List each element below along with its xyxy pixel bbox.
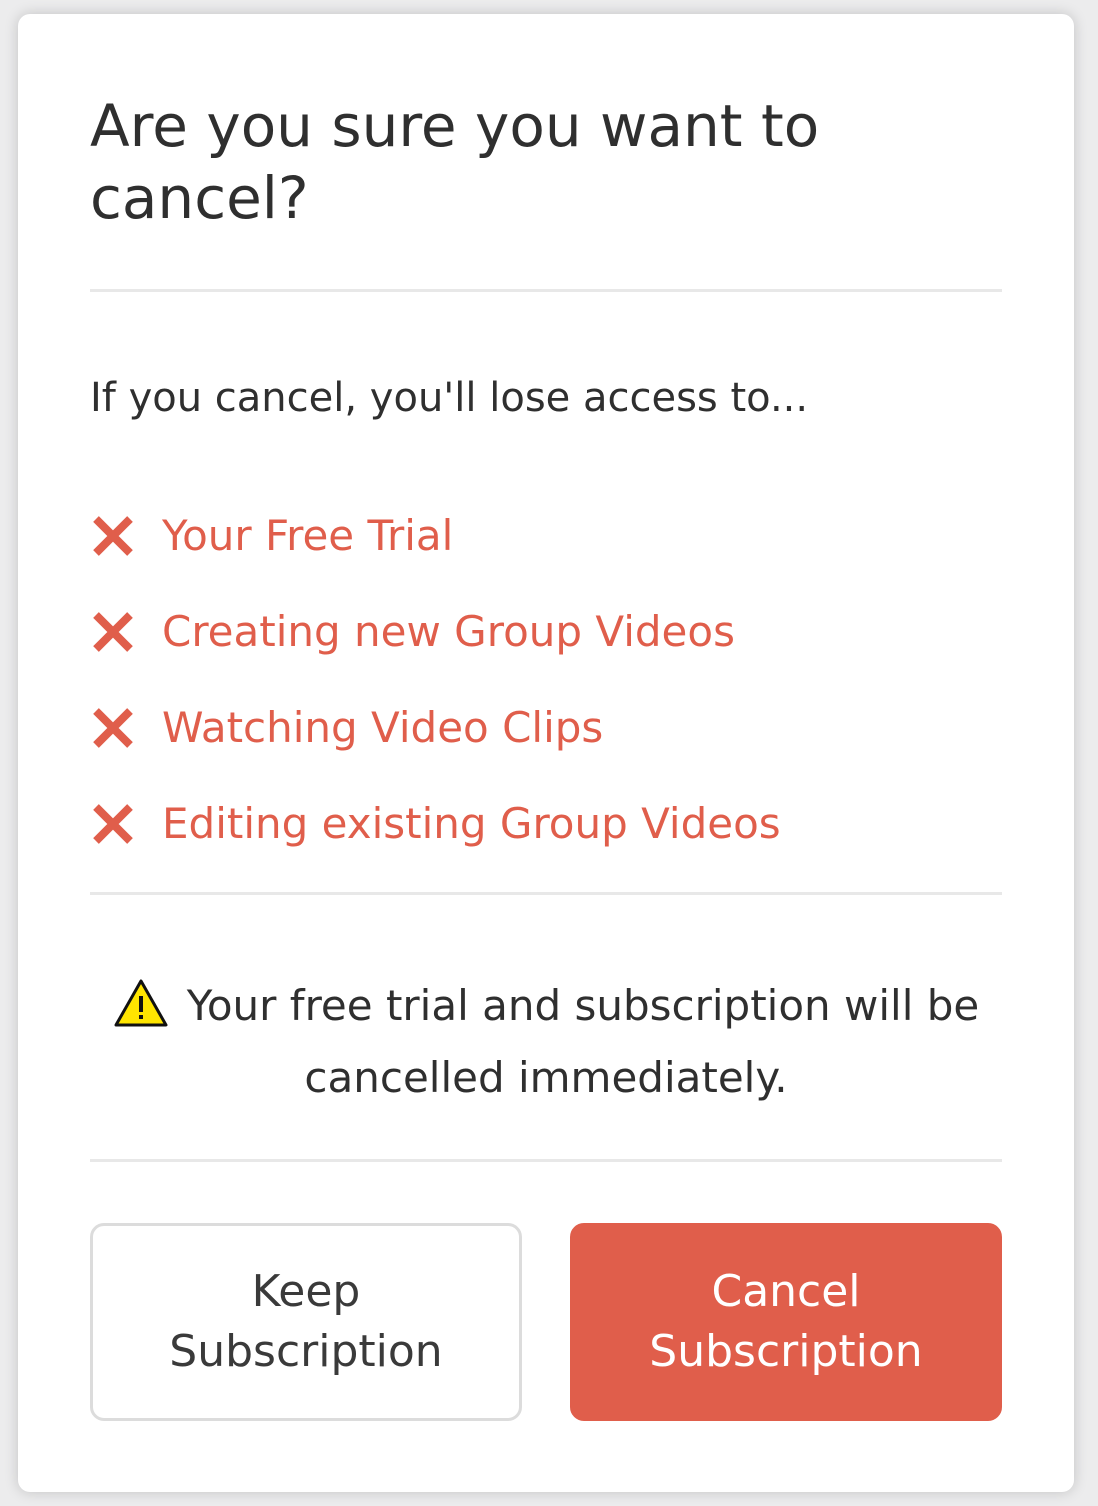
list-item: Your Free Trial xyxy=(90,488,781,584)
divider xyxy=(90,1159,1002,1162)
cancel-subscription-dialog: Are you sure you want to cancel? If you … xyxy=(18,14,1074,1492)
keep-subscription-button[interactable]: Keep Subscription xyxy=(90,1223,522,1421)
warning-triangle-icon xyxy=(114,979,168,1027)
loss-item-label: Your Free Trial xyxy=(162,511,454,560)
loss-intro-text: If you cancel, you'll lose access to... xyxy=(90,375,809,421)
x-mark-icon xyxy=(93,708,133,748)
x-mark-icon xyxy=(93,804,133,844)
list-item: Watching Video Clips xyxy=(90,680,781,776)
loss-list: Your Free Trial Creating new Group Video… xyxy=(90,488,781,872)
x-mark-icon xyxy=(93,516,133,556)
warning-message: Your free trial and subscription will be… xyxy=(90,970,1002,1114)
divider xyxy=(90,289,1002,292)
cancel-subscription-button[interactable]: Cancel Subscription xyxy=(570,1223,1002,1421)
loss-item-label: Creating new Group Videos xyxy=(162,607,735,656)
divider xyxy=(90,892,1002,895)
loss-item-label: Editing existing Group Videos xyxy=(162,799,781,848)
list-item: Editing existing Group Videos xyxy=(90,776,781,872)
x-mark-icon xyxy=(93,612,133,652)
loss-item-label: Watching Video Clips xyxy=(162,703,604,752)
list-item: Creating new Group Videos xyxy=(90,584,781,680)
dialog-title: Are you sure you want to cancel? xyxy=(90,92,820,232)
warning-text: Your free trial and subscription will be… xyxy=(186,981,980,1102)
